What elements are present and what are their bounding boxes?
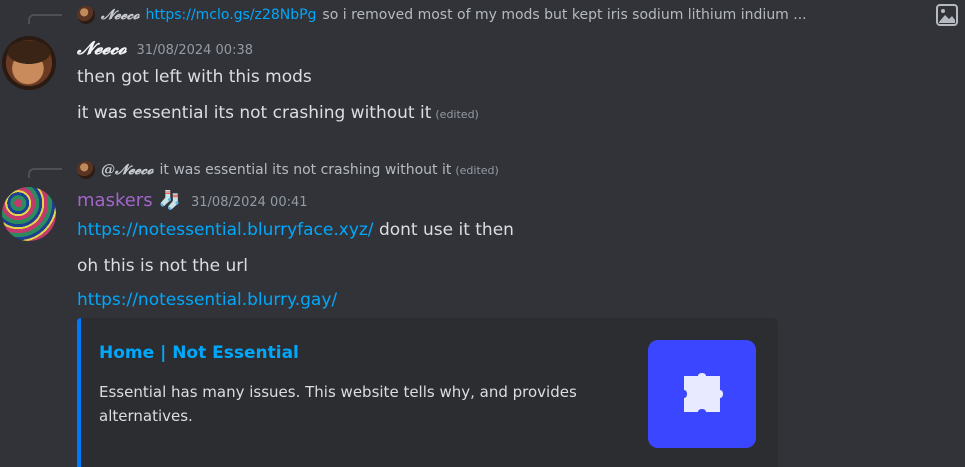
author-name[interactable]: maskers bbox=[77, 190, 153, 211]
reply-avatar bbox=[77, 6, 95, 24]
message-text: https://notessential.blurry.gay/ bbox=[77, 290, 337, 310]
message-line: dont use it then bbox=[378, 220, 514, 240]
author-name[interactable]: 𝓝𝓮𝓮𝓬𝓸 bbox=[77, 38, 126, 59]
reply-connector bbox=[28, 168, 62, 178]
timestamp: 31/08/2024 00:38 bbox=[136, 43, 253, 58]
reply-preview[interactable]: @𝓝𝓮𝓮𝓬𝓸 it was essential its not crashing… bbox=[77, 159, 677, 181]
message-link[interactable]: https://notessential.blurry.gay/ bbox=[77, 290, 337, 310]
reply-link[interactable]: https://mclo.gs/z28NbPg bbox=[145, 7, 316, 23]
edited-label: (edited) bbox=[435, 108, 479, 121]
reply-author[interactable]: 𝓝𝓮𝓮𝓬𝓸 bbox=[101, 7, 139, 23]
reply-avatar bbox=[77, 161, 95, 179]
avatar[interactable] bbox=[2, 36, 56, 90]
message-text: oh this is not the url bbox=[77, 256, 249, 276]
edited-label: (edited) bbox=[455, 163, 499, 177]
message-header: maskers 🧦 31/08/2024 00:41 bbox=[77, 190, 308, 211]
embed-title[interactable]: Home | Not Essential bbox=[99, 343, 299, 363]
reply-connector bbox=[28, 14, 62, 24]
embed-thumbnail[interactable] bbox=[648, 340, 756, 448]
reply-text[interactable]: so i removed most of my mods but kept ir… bbox=[322, 7, 806, 23]
link-embed: Home | Not Essential Essential has many … bbox=[77, 318, 778, 467]
message-line: it was essential its not crashing withou… bbox=[77, 103, 432, 123]
reply-author[interactable]: @𝓝𝓮𝓮𝓬𝓸 bbox=[101, 162, 153, 178]
puzzle-icon bbox=[684, 373, 723, 412]
message-text: https://notessential.blurryface.xyz/ don… bbox=[77, 220, 514, 240]
embed-description: Essential has many issues. This website … bbox=[99, 383, 577, 425]
avatar[interactable] bbox=[2, 187, 56, 241]
sock-icon: 🧦 bbox=[158, 190, 181, 211]
message-text: then got left with this mods bbox=[77, 67, 312, 87]
reply-preview[interactable]: 𝓝𝓮𝓮𝓬𝓸 https://mclo.gs/z28NbPg so i remov… bbox=[77, 4, 922, 26]
image-icon[interactable] bbox=[935, 3, 959, 27]
message-text: it was essential its not crashing withou… bbox=[77, 103, 479, 123]
timestamp: 31/08/2024 00:41 bbox=[191, 195, 308, 210]
reply-text[interactable]: it was essential its not crashing withou… bbox=[159, 162, 451, 178]
message-link[interactable]: https://notessential.blurryface.xyz/ bbox=[77, 220, 374, 240]
message-header: 𝓝𝓮𝓮𝓬𝓸 31/08/2024 00:38 bbox=[77, 38, 253, 59]
